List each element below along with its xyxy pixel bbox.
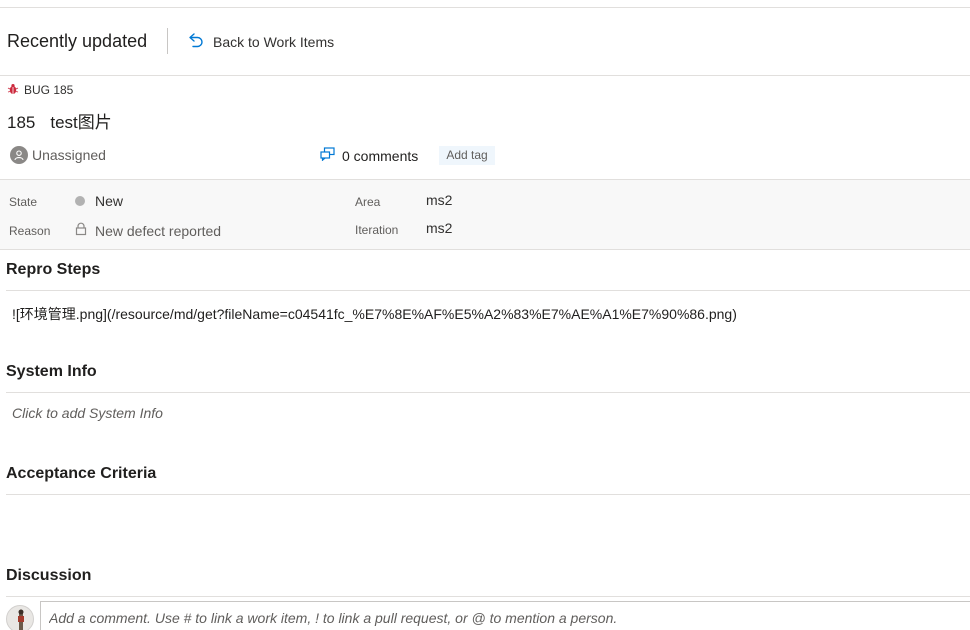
back-to-work-items-link[interactable]: Back to Work Items: [187, 31, 334, 52]
comment-input[interactable]: [41, 602, 970, 630]
state-value: New: [95, 193, 124, 209]
discussion-divider: [6, 596, 970, 597]
work-item-title-text[interactable]: test图片: [50, 108, 111, 133]
area-value[interactable]: ms2: [426, 192, 452, 208]
discussion-title: Discussion: [6, 567, 92, 584]
back-arrow-icon: [187, 31, 205, 52]
acceptance-criteria-divider: [6, 494, 970, 495]
state-field[interactable]: New: [75, 193, 123, 209]
header-divider: [167, 28, 168, 54]
assignee-label: Unassigned: [32, 147, 106, 163]
page-header: Recently updated Back to Work Items: [0, 8, 970, 76]
work-item-title[interactable]: 185 test图片: [7, 108, 112, 133]
comment-input-box[interactable]: [40, 601, 970, 630]
comments-count: 0 comments: [342, 147, 419, 164]
state-label: State: [9, 195, 38, 209]
system-info-divider: [6, 392, 970, 393]
repro-steps-divider: [6, 290, 970, 291]
assignee-picker[interactable]: Unassigned: [10, 146, 106, 164]
reason-label: Reason: [9, 224, 51, 238]
repro-steps-content[interactable]: ![环境管理.png](/resource/md/get?fileName=c0…: [12, 304, 737, 324]
repro-steps-title: Repro Steps: [6, 261, 101, 278]
reason-field: New defect reported: [75, 222, 221, 239]
work-item-type: BUG 185: [7, 82, 73, 98]
iteration-label: Iteration: [355, 223, 399, 237]
fields-panel: State New Reason New defect reported Are…: [0, 179, 970, 250]
add-tag-button[interactable]: Add tag: [439, 146, 495, 165]
comments-icon: [320, 147, 335, 164]
system-info-placeholder[interactable]: Click to add System Info: [12, 405, 163, 421]
iteration-value[interactable]: ms2: [426, 220, 452, 236]
comments-link[interactable]: 0 comments: [320, 147, 418, 164]
back-link-label: Back to Work Items: [213, 33, 335, 50]
work-item-id: 185: [7, 113, 36, 132]
reason-value: New defect reported: [95, 222, 222, 239]
state-indicator: [75, 196, 85, 206]
lock-icon: [75, 222, 87, 239]
page-title: Recently updated: [7, 31, 148, 51]
work-item-type-label: BUG 185: [24, 83, 74, 97]
area-label: Area: [355, 195, 381, 209]
user-avatar: [6, 605, 34, 630]
system-info-title: System Info: [6, 363, 97, 380]
bug-icon: [7, 82, 19, 98]
acceptance-criteria-title: Acceptance Criteria: [6, 465, 157, 482]
unassigned-avatar-icon: [10, 146, 28, 164]
